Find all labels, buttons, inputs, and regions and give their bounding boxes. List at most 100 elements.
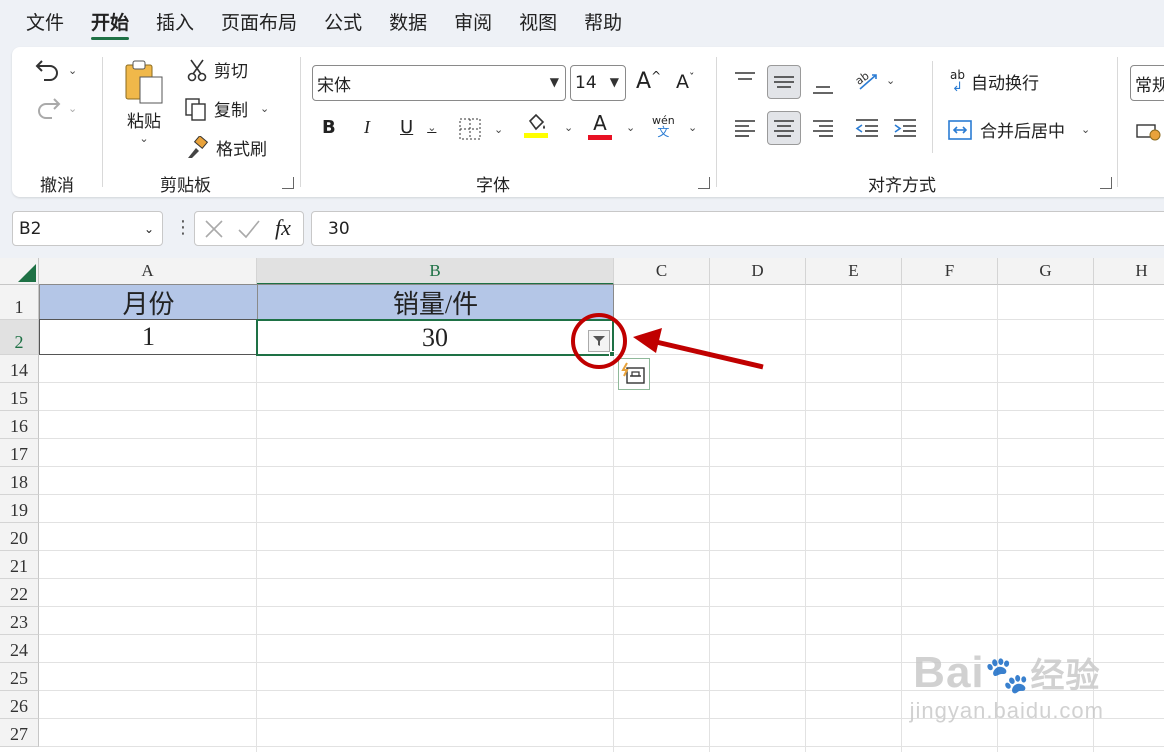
chevron-down-icon[interactable]: ⌄ bbox=[144, 222, 154, 236]
font-group-label: 字体 bbox=[476, 176, 510, 196]
row-header[interactable]: 18 bbox=[0, 467, 39, 495]
cell-b1[interactable]: 销量/件 bbox=[257, 284, 614, 320]
row-header[interactable]: 25 bbox=[0, 663, 39, 691]
align-top-button[interactable] bbox=[728, 63, 762, 97]
undo-button[interactable]: ⌄ bbox=[34, 57, 77, 83]
font-name-combo[interactable]: 宋体 ▼ bbox=[312, 65, 566, 101]
menu-view[interactable]: 视图 bbox=[519, 0, 557, 46]
column-header-d[interactable]: D bbox=[710, 258, 806, 285]
menu-data[interactable]: 数据 bbox=[389, 0, 427, 46]
wrap-text-button[interactable]: ab ↲ 自动换行 bbox=[950, 69, 1039, 94]
dialog-launcher-icon[interactable] bbox=[698, 177, 710, 189]
row-header[interactable]: 20 bbox=[0, 523, 39, 551]
row-header[interactable]: 21 bbox=[0, 551, 39, 579]
align-middle-button[interactable] bbox=[767, 65, 801, 99]
menu-file[interactable]: 文件 bbox=[26, 0, 64, 46]
row-header[interactable]: 26 bbox=[0, 691, 39, 719]
bold-button[interactable]: B bbox=[322, 117, 336, 138]
borders-button[interactable]: ⌄ bbox=[458, 117, 503, 141]
align-bottom-button[interactable] bbox=[806, 69, 840, 103]
chevron-down-icon[interactable]: ⌄ bbox=[626, 121, 635, 134]
merge-center-button[interactable]: 合并后居中 ⌄ bbox=[948, 117, 1090, 142]
grid-line bbox=[805, 285, 806, 752]
font-color-label: A bbox=[593, 111, 607, 135]
caret-down-icon: ˇ bbox=[689, 71, 695, 84]
redo-button[interactable]: ⌄ bbox=[34, 95, 77, 121]
row-header[interactable]: 22 bbox=[0, 579, 39, 607]
group-divider bbox=[932, 61, 933, 153]
italic-button[interactable]: I bbox=[364, 117, 370, 138]
column-header-c[interactable]: C bbox=[614, 258, 710, 285]
text-orientation-icon: ab bbox=[854, 67, 880, 93]
align-center-button[interactable] bbox=[767, 111, 801, 145]
row-header[interactable]: 15 bbox=[0, 383, 39, 411]
row-header[interactable]: 23 bbox=[0, 607, 39, 635]
row-header[interactable]: 14 bbox=[0, 355, 39, 383]
format-painter-button[interactable]: 格式刷 bbox=[184, 135, 267, 160]
currency-icon bbox=[1136, 121, 1162, 141]
increase-indent-button[interactable] bbox=[888, 111, 922, 145]
shrink-font-button[interactable]: Aˇ bbox=[676, 71, 695, 93]
cell-a2[interactable]: 1 bbox=[39, 319, 258, 355]
chevron-down-icon[interactable]: ⌄ bbox=[688, 121, 697, 134]
currency-format-button[interactable] bbox=[1136, 121, 1162, 141]
row-header[interactable]: 2 bbox=[0, 320, 39, 355]
fill-color-button[interactable] bbox=[524, 113, 548, 138]
align-right-button[interactable] bbox=[806, 111, 840, 145]
menu-review[interactable]: 审阅 bbox=[454, 0, 492, 46]
cut-button[interactable]: 剪切 bbox=[186, 57, 248, 82]
dialog-launcher-icon[interactable] bbox=[282, 177, 294, 189]
quick-analysis-button[interactable] bbox=[618, 358, 650, 390]
group-divider bbox=[300, 57, 301, 187]
row-header[interactable]: 16 bbox=[0, 411, 39, 439]
insert-function-icon[interactable]: fx bbox=[275, 215, 291, 241]
row-header[interactable]: 24 bbox=[0, 635, 39, 663]
font-color-swatch bbox=[588, 135, 612, 140]
align-left-button[interactable] bbox=[728, 111, 762, 145]
name-box[interactable]: B2 ⌄ bbox=[12, 211, 163, 246]
number-format-value: 常规 bbox=[1135, 75, 1164, 96]
column-header-a[interactable]: A bbox=[39, 258, 257, 285]
formula-input[interactable]: 30 bbox=[311, 211, 1164, 246]
select-all-corner[interactable] bbox=[0, 258, 39, 285]
column-header-h[interactable]: H bbox=[1094, 258, 1164, 285]
cell-b2[interactable]: 30 bbox=[256, 319, 614, 356]
column-header-f[interactable]: F bbox=[902, 258, 998, 285]
more-options-icon[interactable]: ⋮ bbox=[174, 217, 192, 238]
cell-a1[interactable]: 月份 bbox=[39, 284, 258, 320]
menu-page-layout[interactable]: 页面布局 bbox=[221, 0, 297, 46]
row-header[interactable]: 1 bbox=[0, 285, 39, 320]
watermark-brand-cn: 经验 bbox=[1030, 657, 1101, 695]
decrease-indent-button[interactable] bbox=[850, 111, 884, 145]
row-header[interactable]: 19 bbox=[0, 495, 39, 523]
menu-home[interactable]: 开始 bbox=[91, 0, 130, 46]
dialog-launcher-icon[interactable] bbox=[1100, 177, 1112, 189]
number-format-combo[interactable]: 常规 bbox=[1130, 65, 1164, 101]
check-icon[interactable] bbox=[237, 218, 261, 244]
font-color-button[interactable]: A bbox=[588, 111, 612, 140]
orientation-button[interactable]: ab ⌄ bbox=[854, 67, 895, 93]
alignment-group-label: 对齐方式 bbox=[868, 176, 936, 196]
row-header[interactable]: 17 bbox=[0, 439, 39, 467]
menu-help[interactable]: 帮助 bbox=[584, 0, 622, 46]
column-header-b[interactable]: B bbox=[257, 258, 614, 285]
phonetic-guide-button[interactable]: wén 文 bbox=[652, 115, 675, 138]
row-header[interactable]: 27 bbox=[0, 719, 39, 747]
shrink-font-label: A bbox=[676, 71, 689, 93]
grow-font-button[interactable]: A ^ bbox=[636, 69, 661, 94]
decrease-indent-icon bbox=[855, 119, 878, 137]
column-header-g[interactable]: G bbox=[998, 258, 1094, 285]
copy-button[interactable]: 复制 ⌄ bbox=[184, 96, 269, 121]
cancel-icon[interactable] bbox=[203, 218, 225, 244]
column-header-e[interactable]: E bbox=[806, 258, 902, 285]
underline-button[interactable]: U ⌄ bbox=[400, 117, 436, 138]
menu-formulas[interactable]: 公式 bbox=[324, 0, 362, 46]
grow-font-label: A bbox=[636, 69, 652, 94]
quick-filter-button[interactable] bbox=[588, 330, 610, 352]
menu-insert[interactable]: 插入 bbox=[156, 0, 194, 46]
chevron-down-icon: ⌄ bbox=[427, 121, 437, 134]
font-size-combo[interactable]: 14 ▼ bbox=[570, 65, 626, 101]
grid-line bbox=[39, 410, 1164, 411]
chevron-down-icon[interactable]: ⌄ bbox=[564, 121, 573, 134]
paste-button[interactable]: 粘贴 ⌄ bbox=[122, 59, 166, 145]
